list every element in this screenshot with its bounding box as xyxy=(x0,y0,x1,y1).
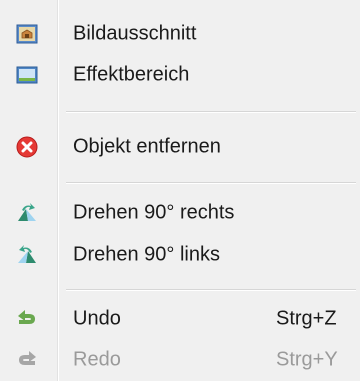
rotate-right-icon xyxy=(16,202,38,224)
menu-item-label: Redo xyxy=(73,348,121,371)
redo-icon xyxy=(16,349,38,371)
image-crop-icon xyxy=(16,23,38,45)
menu-item-label: Undo xyxy=(73,307,121,330)
menu-item-label: Effektbereich xyxy=(73,63,190,86)
menu-item-label: Objekt entfernen xyxy=(73,135,221,158)
menu-item-label: Drehen 90° rechts xyxy=(73,201,235,224)
menu-item-effektbereich[interactable]: Effektbereich xyxy=(0,55,360,95)
context-menu: Bildausschnitt Effektbereich Objekt entf… xyxy=(0,0,360,381)
menu-separator xyxy=(66,111,356,113)
rotate-left-icon xyxy=(16,244,38,266)
menu-separator xyxy=(66,182,356,184)
menu-item-label: Bildausschnitt xyxy=(73,22,197,45)
remove-object-icon xyxy=(16,136,38,158)
menu-item-label: Drehen 90° links xyxy=(73,243,220,266)
menu-item-shortcut: Strg+Z xyxy=(276,307,337,330)
undo-icon xyxy=(16,308,38,330)
effect-area-icon xyxy=(16,64,38,86)
menu-item-drehen-rechts[interactable]: Drehen 90° rechts xyxy=(0,193,360,233)
menu-item-objekt-entfernen[interactable]: Objekt entfernen xyxy=(0,127,360,167)
menu-item-undo[interactable]: Undo Strg+Z xyxy=(0,299,360,339)
menu-item-bildausschnitt[interactable]: Bildausschnitt xyxy=(0,14,360,54)
menu-item-redo: Redo Strg+Y xyxy=(0,340,360,380)
menu-item-drehen-links[interactable]: Drehen 90° links xyxy=(0,235,360,275)
menu-item-shortcut: Strg+Y xyxy=(276,348,338,371)
menu-separator xyxy=(66,289,356,291)
